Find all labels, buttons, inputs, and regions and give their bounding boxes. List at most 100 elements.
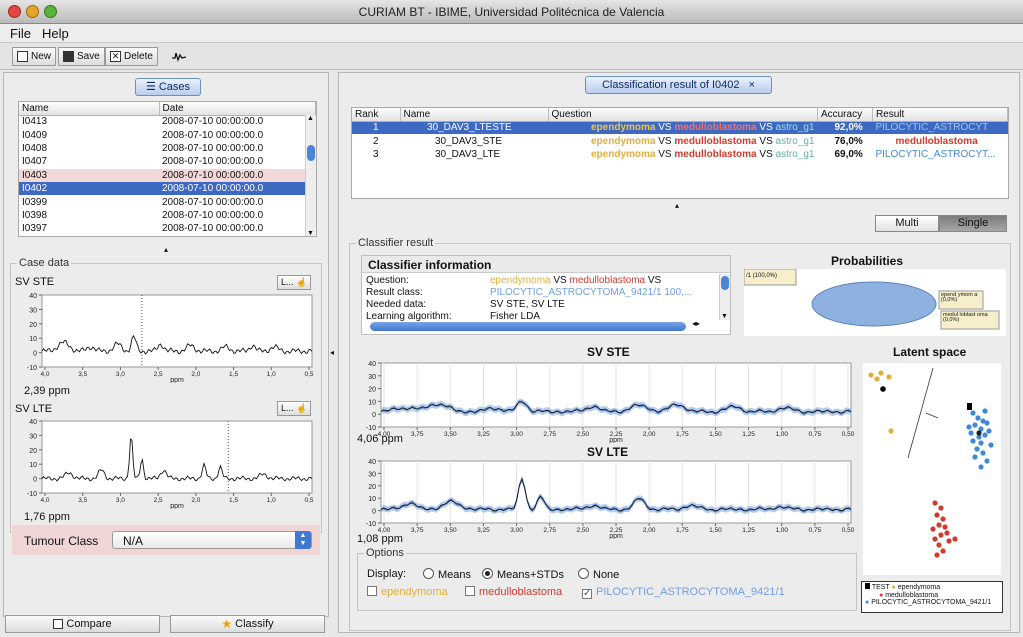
radio-means-label: Means (438, 569, 472, 581)
ste-list-button[interactable]: L... ☝ (277, 275, 312, 290)
table-row[interactable]: I0403 2008-07-10 00:00:00.0 (19, 168, 316, 182)
cases-scroll-thumb[interactable] (307, 145, 315, 161)
col-accuracy[interactable]: Accuracy (817, 108, 873, 122)
menu-file[interactable]: File (10, 26, 31, 41)
new-button[interactable]: New (12, 47, 57, 66)
classify-button[interactable]: ★ Classify (170, 615, 325, 633)
legend-test-marker (865, 583, 870, 589)
cases-scrollbar[interactable]: ▲ ▼ (305, 115, 316, 236)
col-date[interactable]: Date (159, 102, 316, 116)
ependymoma-point (888, 428, 894, 434)
splitter-handle-icon[interactable]: ▴ (675, 201, 679, 210)
radio-means-stds[interactable]: Means+STDs (482, 568, 564, 581)
check-ependymoma[interactable]: ependymoma (367, 586, 448, 598)
single-toggle[interactable]: Single (939, 215, 1007, 232)
x-tick-label: 3,0 (116, 497, 125, 504)
col-result[interactable]: Result (872, 108, 1008, 122)
rank-cell: 2 (373, 135, 379, 147)
case-date-cell: 2008-07-10 00:00:00.0 (162, 223, 264, 235)
col-question[interactable]: Question (548, 108, 818, 122)
tumour-class-select[interactable]: N/A ▲ ▼ (112, 531, 312, 549)
lte-list-label: L... (281, 403, 294, 413)
table-row[interactable]: I0413 2008-07-10 00:00:00.0 (19, 115, 316, 128)
multi-toggle[interactable]: Multi (875, 215, 939, 232)
table-row[interactable]: I0398 2008-07-10 00:00:00.0 (19, 209, 316, 222)
compare-icon (53, 619, 64, 629)
left-panel: ☰ Cases Name Date I0413 2008-07-10 00:00:… (3, 72, 329, 617)
x-tick-label: 1,0 (267, 497, 276, 504)
radio-none-icon (578, 568, 589, 579)
table-row[interactable]: I0397 2008-07-10 00:00:00.0 (19, 222, 316, 235)
save-button[interactable]: Save (58, 47, 105, 66)
classification-result-tab[interactable]: Classification result of I0402 × (585, 76, 772, 94)
compare-button[interactable]: Compare (5, 615, 160, 633)
pilocytic-point (972, 454, 978, 460)
case-name-cell: I0409 (22, 129, 48, 141)
info-v-scrollbar[interactable]: ▼ (719, 274, 730, 320)
latent-legend: TEST ● ependymoma ● medulloblastoma ● PI… (861, 581, 1003, 613)
table-row[interactable]: I0399 2008-07-10 00:00:00.0 (19, 195, 316, 208)
ependymoma-point (868, 372, 874, 378)
case-data-title: Case data (17, 257, 72, 269)
y-tick-label: 20 (29, 322, 37, 329)
y-tick-label: -10 (27, 365, 37, 372)
y-tick-label: 40 (368, 459, 376, 466)
medulloblastoma-point (932, 536, 938, 542)
col-rank[interactable]: Rank (352, 108, 401, 122)
table-row[interactable]: 2 30_DAV3_STE ependymoma VS medulloblastom… (352, 134, 1008, 147)
lte-list-button[interactable]: L... ☝ (277, 401, 312, 416)
table-row[interactable]: I0407 2008-07-10 00:00:00.0 (19, 155, 316, 168)
lte-result-ppm: 1,08 ppm (357, 533, 403, 545)
check-medulloblastoma[interactable]: medulloblastoma (465, 586, 562, 598)
info-row: Result class: PILOCYTIC_ASTROCYTOMA_9421/… (366, 287, 693, 298)
table-row[interactable]: I0408 2008-07-10 00:00:00.0 (19, 142, 316, 155)
pilocytic-point (982, 408, 988, 414)
case-date-cell: 2008-07-10 00:00:00.0 (162, 116, 264, 128)
delete-label: Delete (124, 51, 153, 62)
table-row[interactable]: I0402 2008-07-10 00:00:00.0 (19, 181, 316, 196)
table-row[interactable]: 1 30_DAV3_LTESTE ependymoma VS medulloblas… (352, 121, 1008, 135)
scroll-left-icon[interactable]: ◂▸ (692, 319, 700, 328)
medulloblastoma-point (940, 516, 946, 522)
case-name-cell: I0407 (22, 156, 48, 168)
spectrum-icon[interactable] (172, 51, 186, 62)
x-tick-label: 2,0 (191, 371, 200, 378)
delete-button[interactable]: ✕ Delete (105, 47, 158, 66)
radio-means-icon (423, 568, 434, 579)
medulloblastoma-point (936, 542, 942, 548)
scroll-up-icon[interactable]: ▲ (307, 115, 314, 122)
x-axis-unit: ppm (170, 377, 184, 383)
scroll-down-icon[interactable]: ▼ (721, 313, 728, 320)
toolbar: New Save ✕ Delete (0, 43, 1023, 70)
info-h-scrollbar[interactable] (370, 322, 686, 331)
splitter-handle-icon[interactable]: ▴ (164, 245, 168, 254)
pilocytic-point (974, 446, 980, 452)
y-tick-label: 30 (368, 471, 376, 478)
x-tick-label: 1,5 (229, 497, 238, 504)
scroll-down-icon[interactable]: ▼ (307, 230, 314, 236)
right-panel: Classification result of I0402 × Rank Na… (338, 72, 1020, 633)
case-lte-ppm: 1,76 ppm (24, 511, 70, 523)
checkbox-checked-icon: ✓ (582, 588, 592, 599)
question-cell: ependymoma VS medulloblastoma VS astro_g… (591, 148, 815, 160)
radio-means[interactable]: Means (423, 568, 471, 581)
pie-label-b: epend ymom a (0,0%) (941, 292, 978, 303)
col-name[interactable]: Name (19, 102, 160, 116)
collapse-left-icon[interactable]: ◂ (330, 348, 334, 357)
medulloblastoma-point (952, 536, 958, 542)
close-tab-icon[interactable]: × (749, 79, 755, 91)
menu-help[interactable]: Help (42, 26, 69, 41)
radio-none[interactable]: None (578, 568, 619, 581)
cases-button[interactable]: ☰ Cases (135, 78, 201, 96)
pilocytic-point (984, 420, 990, 426)
pilocytic-point (966, 424, 972, 430)
table-row[interactable]: I0409 2008-07-10 00:00:00.0 (19, 128, 316, 141)
table-row[interactable]: 3 30_DAV3_LTE ependymoma VS medulloblastom… (352, 148, 1008, 161)
case-date-cell: 2008-07-10 00:00:00.0 (162, 156, 264, 168)
x-tick-label: 3,50 (444, 431, 457, 438)
pilocytic-point (984, 458, 990, 464)
info-scroll-thumb[interactable] (721, 276, 729, 290)
col-name[interactable]: Name (400, 108, 549, 122)
checkbox-icon (465, 586, 475, 596)
check-pilocytic[interactable]: ✓ PILOCYTIC_ASTROCYTOMA_9421/1 (582, 586, 785, 599)
